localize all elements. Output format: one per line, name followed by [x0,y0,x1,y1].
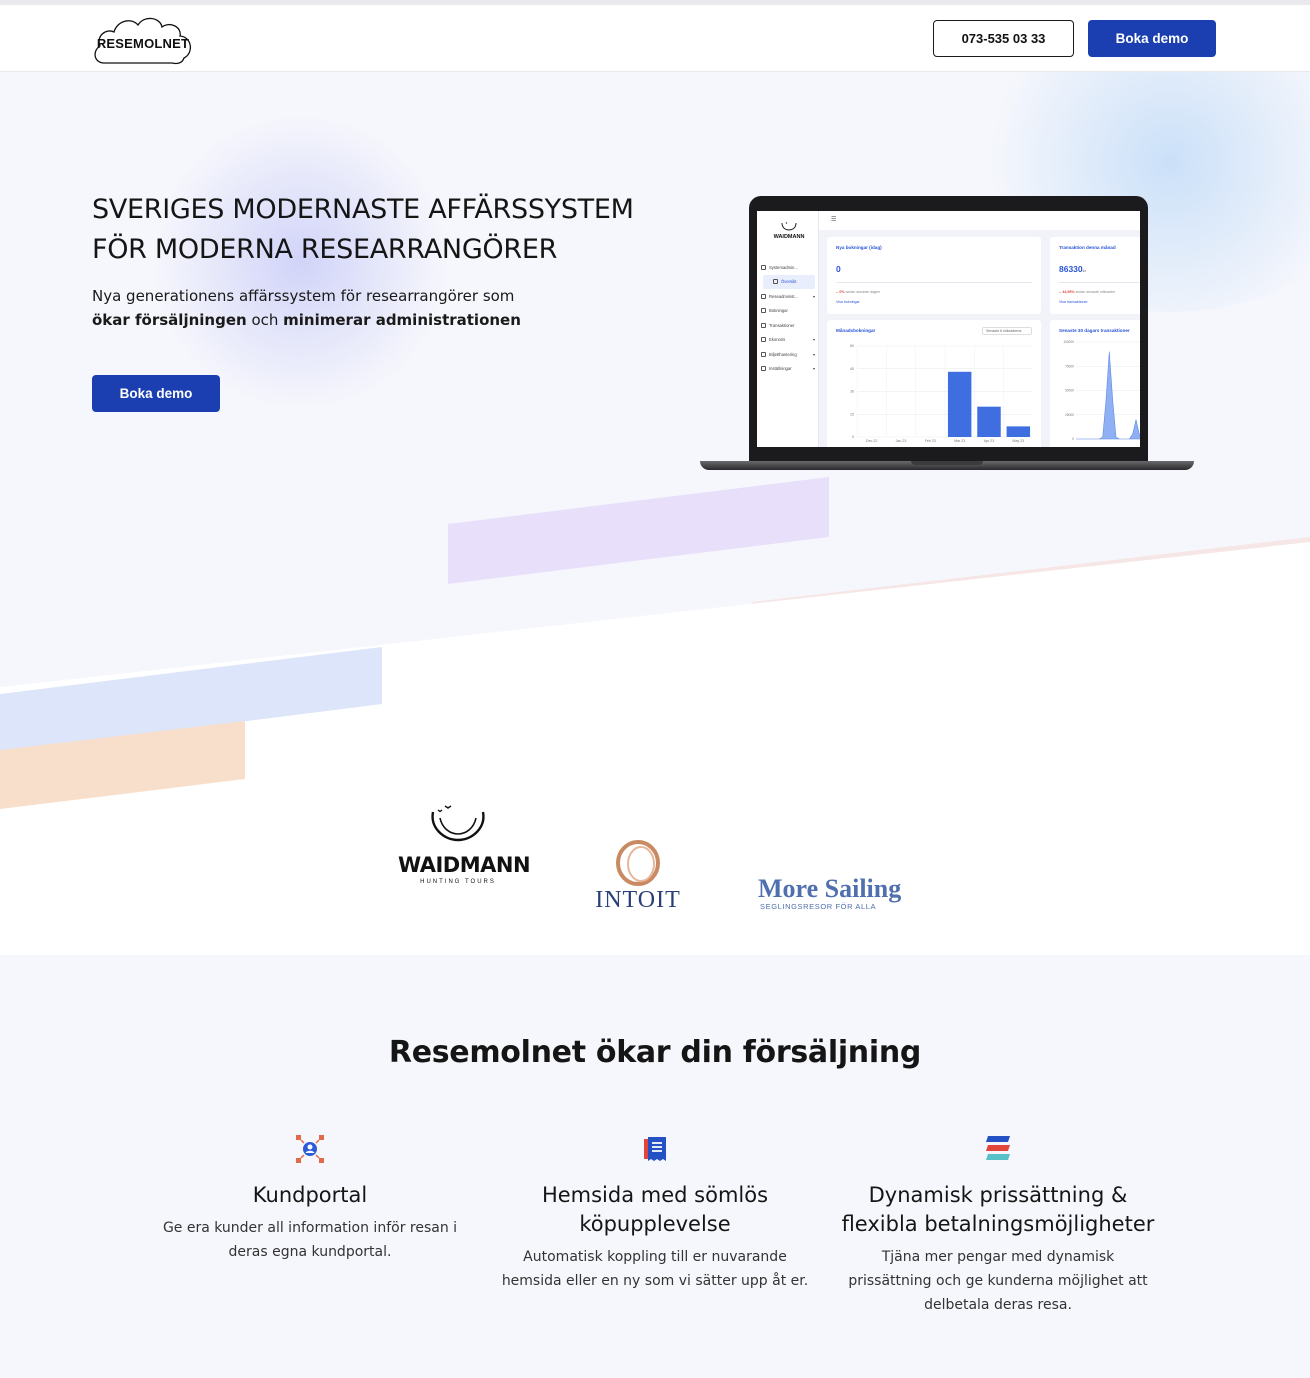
feature-customer-portal: Kundportal Ge era kunder all information… [145,1133,475,1264]
features-section: Resemolnet ökar din försäljning Kundport… [0,955,1310,1378]
partner-logos: WAIDMANN HUNTING TOURS INTOIT More Saili… [0,805,1310,955]
intoit-rings-icon [616,840,660,886]
logo-text: RESEMOLNET [96,35,190,51]
site-header: RESEMOLNET 073-535 03 33 Boka demo [0,5,1310,72]
feature-title-line1: Dynamisk prissättning & [868,1183,1128,1207]
more-sailing-logo[interactable]: More Sailing SEGLINGSRESOR FÖR ALLA [758,874,908,912]
feature-title-line2: flexibla betalningsmöjligheter [841,1212,1155,1236]
feature-text: Ge era kunder all information inför resa… [162,1220,458,1260]
feature-dynamic-pricing: Dynamisk prissättning & flexibla betalnin… [833,1133,1163,1317]
waidmann-tagline: HUNTING TOURS [420,879,496,885]
more-sailing-name: More Sailing [758,874,902,903]
intoit-logo[interactable]: INTOIT [590,840,686,914]
feature-website: Hemsida med sömlös köpupplevelse Automati… [490,1133,820,1293]
feature-title: Hemsida med sömlös köpupplevelse [490,1181,820,1239]
stacked-layers-icon [982,1133,1014,1165]
feature-title: Kundportal [145,1181,475,1210]
feature-title: Dynamisk prissättning & flexibla betalnin… [833,1181,1163,1239]
header-book-demo-button[interactable]: Boka demo [1088,20,1216,57]
customer-portal-icon [294,1133,326,1165]
feature-text: Tjäna mer pengar med dynamisk prissättni… [848,1249,1148,1313]
more-sailing-tagline: SEGLINGSRESOR FÖR ALLA [760,902,877,911]
hero-section: SVERIGES MODERNASTE AFFÄRSSYSTEM FÖR MOD… [0,72,1310,955]
resemolnet-logo[interactable]: RESEMOLNET [90,11,196,67]
feature-title-line2: köpupplevelse [579,1212,731,1236]
feature-title-line1: Hemsida med sömlös [541,1183,769,1207]
waidmann-logo[interactable]: WAIDMANN HUNTING TOURS [398,802,531,885]
phone-button[interactable]: 073-535 03 33 [933,20,1074,57]
feature-text: Automatisk koppling till er nuvarande he… [501,1249,809,1289]
features-title: Resemolnet ökar din försäljning [388,1035,922,1070]
receipt-icon [639,1133,671,1165]
stripe-purple [448,477,829,584]
intoit-name: INTOIT [595,887,681,913]
feature-title-line1: Kundportal [252,1183,368,1207]
antler-birds-icon [431,805,485,842]
waidmann-name: WAIDMANN [398,853,531,877]
